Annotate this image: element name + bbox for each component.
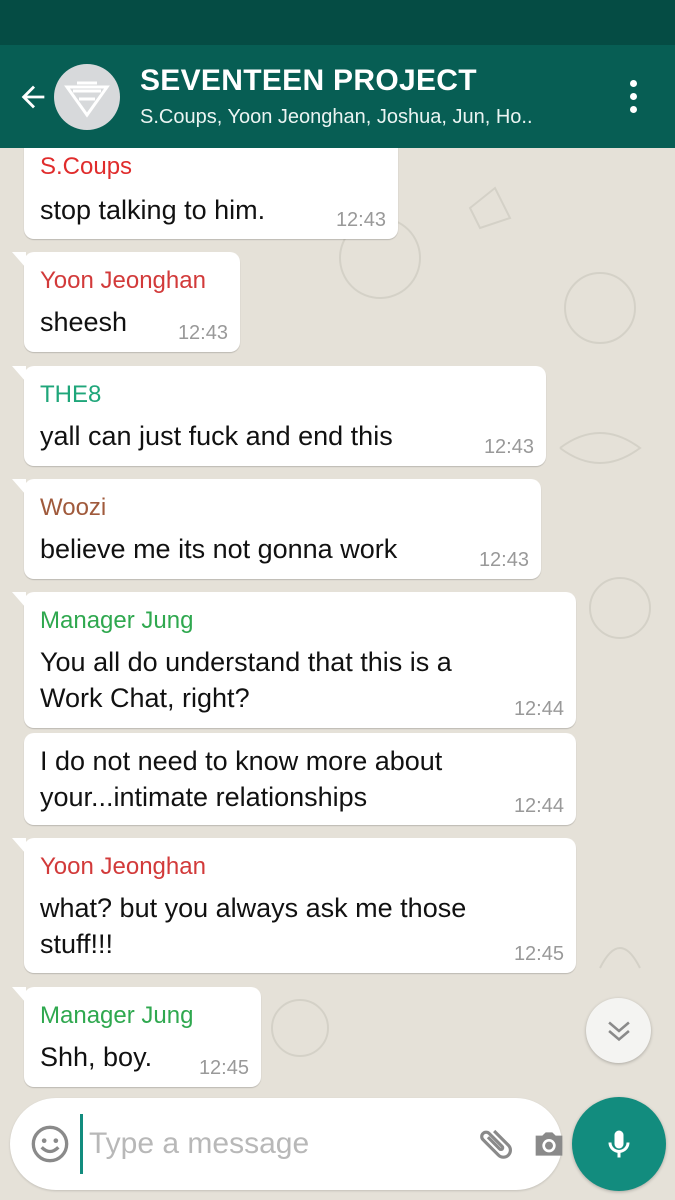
message-text-line: You all do understand that this is a — [40, 647, 452, 677]
message-sender: Manager Jung — [40, 607, 194, 634]
message-time: 12:45 — [198, 1057, 249, 1079]
message-sender: Woozi — [40, 494, 107, 521]
more-vert-icon — [629, 80, 637, 87]
message-bubble[interactable]: THE8 yall can just fuck and end this 12:… — [12, 366, 546, 466]
message-bubble[interactable]: S.Coups stop talking to him. 12:43 — [24, 148, 398, 239]
back-button[interactable] — [8, 67, 58, 127]
seventeen-logo-icon — [64, 81, 110, 118]
message-sender: S.Coups — [40, 153, 133, 180]
chevron-double-down-icon — [607, 1021, 630, 1041]
message-text: stop talking to him. — [40, 195, 266, 225]
message-text: yall can just fuck and end this — [40, 421, 393, 451]
microphone-icon — [608, 1130, 630, 1158]
message-bubble[interactable]: Manager Jung You all do understand that … — [12, 592, 576, 728]
message-bubble[interactable]: Yoon Jeonghan sheesh 12:43 — [12, 252, 240, 352]
message-input[interactable] — [80, 1114, 475, 1174]
chat-title: SEVENTEEN PROJECT — [140, 63, 477, 97]
more-options-button[interactable] — [613, 67, 653, 127]
message-text: believe me its not gonna work — [40, 534, 398, 564]
message-sender: Yoon Jeonghan — [40, 853, 206, 880]
arrow-left-icon — [21, 85, 45, 108]
message-sender: THE8 — [40, 381, 102, 408]
message-time: 12:43 — [478, 549, 529, 571]
group-avatar[interactable] — [54, 63, 120, 130]
camera-button[interactable] — [529, 1119, 569, 1169]
message-text-line: Work Chat, right? — [40, 683, 250, 713]
paperclip-icon — [480, 1129, 512, 1159]
message-bubble[interactable]: I do not need to know more about your...… — [24, 733, 576, 825]
message-sender: Manager Jung — [40, 1002, 194, 1029]
compose-bar — [10, 1098, 563, 1190]
message-bubble[interactable]: Yoon Jeonghan what? but you always ask m… — [12, 838, 576, 973]
message-text-line: stuff!!! — [40, 929, 114, 959]
message-text-line: I do not need to know more about — [40, 746, 443, 776]
message-time: 12:44 — [513, 795, 564, 817]
chat-header: SEVENTEEN PROJECT S.Coups, Yoon Jeonghan… — [0, 45, 675, 148]
voice-message-button[interactable] — [572, 1097, 666, 1191]
status-bar — [0, 0, 675, 45]
message-list[interactable]: S.Coups stop talking to him. 12:43 Yoon … — [0, 148, 675, 1100]
smiley-icon — [31, 1125, 69, 1163]
message-time: 12:45 — [513, 943, 564, 965]
message-bubble[interactable]: Manager Jung Shh, boy. 12:45 — [12, 987, 261, 1087]
message-time: 12:44 — [513, 698, 564, 720]
message-time: 12:43 — [483, 436, 534, 458]
chat-title-block[interactable]: SEVENTEEN PROJECT S.Coups, Yoon Jeonghan… — [140, 63, 613, 131]
message-time: 12:43 — [335, 209, 386, 231]
scroll-to-bottom-button[interactable] — [586, 998, 651, 1063]
message-text-line: your...intimate relationships — [40, 782, 368, 812]
chat-participants: S.Coups, Yoon Jeonghan, Joshua, Jun, Ho.… — [140, 105, 533, 128]
emoji-button[interactable] — [30, 1124, 70, 1164]
message-sender: Yoon Jeonghan — [40, 267, 206, 294]
message-bubble[interactable]: Woozi believe me its not gonna work 12:4… — [12, 479, 541, 579]
camera-icon — [535, 1132, 563, 1156]
message-text-line: what? but you always ask me those — [40, 893, 467, 923]
message-time: 12:43 — [177, 322, 228, 344]
attach-button[interactable] — [475, 1119, 517, 1169]
